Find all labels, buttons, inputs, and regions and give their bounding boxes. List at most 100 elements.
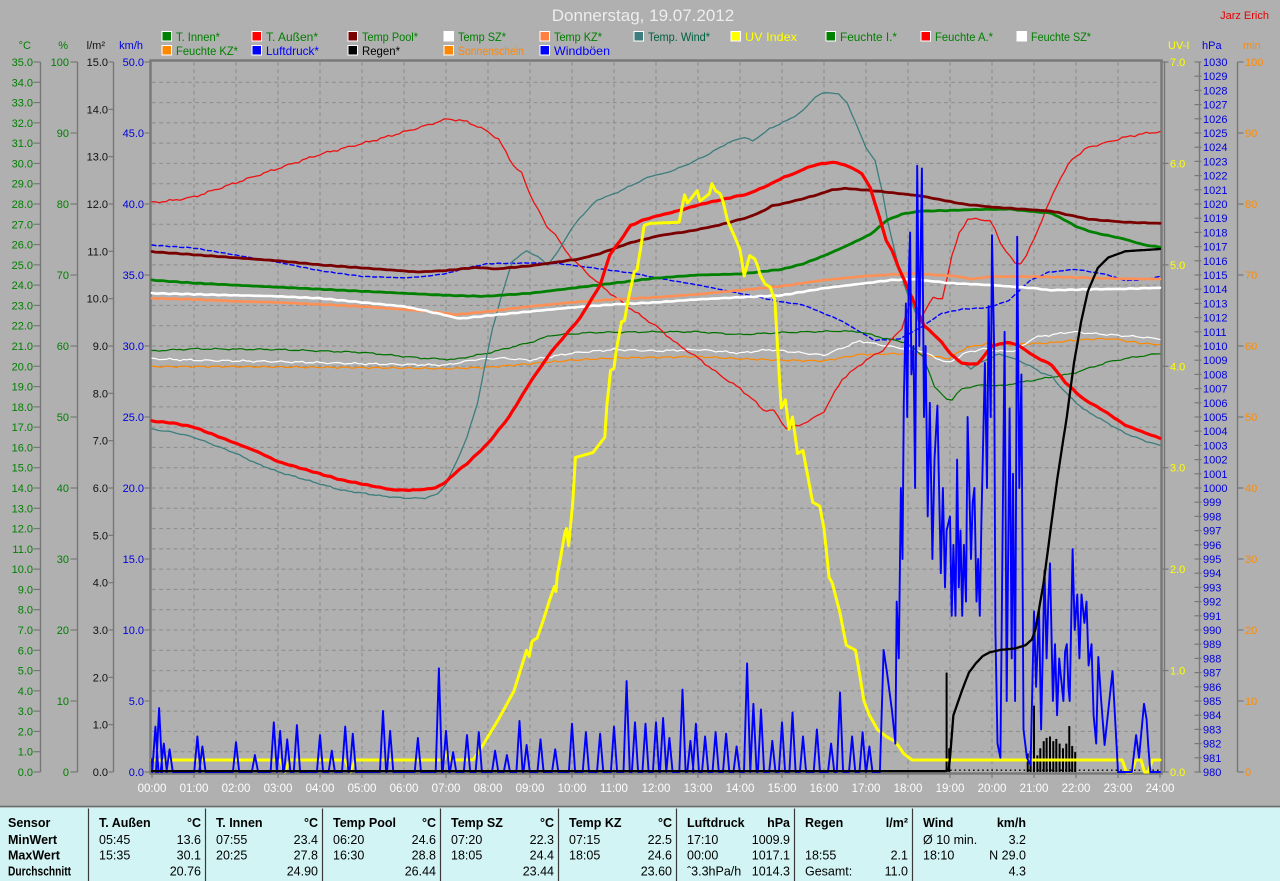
svg-text:Luftdruck*: Luftdruck* [266,44,319,58]
svg-text:30: 30 [57,554,69,566]
svg-text:27.0: 27.0 [12,219,33,231]
svg-text:km/h: km/h [997,816,1026,830]
svg-text:25.0: 25.0 [12,260,33,272]
svg-text:35.0: 35.0 [12,57,33,69]
svg-text:4.0: 4.0 [1170,361,1185,373]
svg-text:1010: 1010 [1203,341,1227,353]
svg-text:Regen: Regen [805,816,843,830]
svg-text:31.0: 31.0 [12,138,33,150]
svg-text:Temp SZ: Temp SZ [451,816,503,830]
svg-text:8.0: 8.0 [93,388,108,400]
svg-text:MaxWert: MaxWert [8,849,61,863]
svg-text:35.0: 35.0 [123,270,144,282]
svg-text:1027: 1027 [1203,100,1227,112]
svg-text:989: 989 [1203,639,1221,651]
svg-text:13.0: 13.0 [12,503,33,515]
svg-text:20.76: 20.76 [170,865,201,879]
svg-text:°C: °C [19,40,31,52]
svg-text:N 29.0: N 29.0 [989,849,1026,863]
svg-text:1020: 1020 [1203,199,1227,211]
svg-text:l/m²: l/m² [886,816,908,830]
svg-text:994: 994 [1203,568,1221,580]
svg-text:1006: 1006 [1203,398,1227,410]
svg-text:hPa: hPa [767,816,791,830]
svg-text:1014: 1014 [1203,284,1227,296]
svg-text:12:00: 12:00 [642,783,671,795]
svg-text:16.0: 16.0 [12,442,33,454]
svg-text:min: min [1243,40,1261,52]
svg-text:Durchschnitt: Durchschnitt [8,865,72,879]
svg-text:16:00: 16:00 [810,783,839,795]
svg-text:0.0: 0.0 [129,767,144,779]
svg-text:8.0: 8.0 [18,605,33,617]
svg-text:20:25: 20:25 [216,849,247,863]
svg-text:18:55: 18:55 [805,849,836,863]
svg-text:26.0: 26.0 [12,240,33,252]
svg-text:22:00: 22:00 [1062,783,1091,795]
svg-text:0.0: 0.0 [18,767,33,779]
svg-text:18:05: 18:05 [569,849,600,863]
svg-text:30.0: 30.0 [123,341,144,353]
svg-text:1009: 1009 [1203,355,1227,367]
svg-text:4.3: 4.3 [1009,865,1026,879]
svg-text:02:00: 02:00 [222,783,251,795]
svg-text:13.6: 13.6 [177,833,201,847]
svg-text:%: % [58,40,68,52]
svg-text:988: 988 [1203,653,1221,665]
svg-text:07:20: 07:20 [451,833,482,847]
svg-text:1017: 1017 [1203,242,1227,254]
svg-text:14.0: 14.0 [87,104,108,116]
svg-text:03:00: 03:00 [264,783,293,795]
svg-text:00:00: 00:00 [138,783,167,795]
svg-text:9.0: 9.0 [18,584,33,596]
svg-text:1029: 1029 [1203,71,1227,83]
svg-text:17.0: 17.0 [12,422,33,434]
svg-text:1009.9: 1009.9 [752,833,790,847]
svg-text:22.0: 22.0 [12,321,33,333]
svg-text:Regen*: Regen* [362,44,400,58]
svg-text:28.0: 28.0 [12,199,33,211]
svg-text:18:05: 18:05 [451,849,482,863]
svg-text:00:00: 00:00 [687,849,718,863]
svg-text:986: 986 [1203,682,1221,694]
svg-text:Feuchte A.*: Feuchte A.* [935,30,993,44]
svg-text:1026: 1026 [1203,114,1227,126]
svg-text:60: 60 [57,341,69,353]
svg-text:996: 996 [1203,540,1221,552]
svg-text:992: 992 [1203,597,1221,609]
svg-text:°C: °C [540,816,554,830]
svg-text:23.4: 23.4 [294,833,318,847]
svg-text:06:00: 06:00 [390,783,419,795]
svg-text:21:00: 21:00 [1020,783,1049,795]
svg-text:17:10: 17:10 [687,833,718,847]
svg-text:60: 60 [1245,341,1257,353]
svg-text:12.0: 12.0 [87,199,108,211]
svg-text:18.0: 18.0 [12,402,33,414]
svg-text:6.0: 6.0 [93,483,108,495]
svg-text:Sensor: Sensor [8,816,51,830]
svg-text:1007: 1007 [1203,384,1227,396]
svg-text:23.44: 23.44 [523,865,554,879]
svg-text:18:00: 18:00 [894,783,923,795]
svg-text:991: 991 [1203,611,1221,623]
svg-text:Temp KZ: Temp KZ [569,816,622,830]
svg-text:7.0: 7.0 [1170,57,1185,69]
svg-text:1012: 1012 [1203,313,1227,325]
svg-text:29.0: 29.0 [12,179,33,191]
svg-text:15.0: 15.0 [12,463,33,475]
svg-text:20: 20 [57,625,69,637]
svg-text:0.0: 0.0 [93,767,108,779]
svg-text:24.90: 24.90 [287,865,318,879]
svg-text:Jarz Erich: Jarz Erich [1220,10,1269,22]
svg-text:45.0: 45.0 [123,128,144,140]
svg-text:10.0: 10.0 [87,294,108,306]
svg-text:Feuchte KZ*: Feuchte KZ* [176,44,238,58]
svg-text:07:55: 07:55 [216,833,247,847]
svg-text:1.0: 1.0 [93,720,108,732]
svg-text:983: 983 [1203,724,1221,736]
svg-text:10.0: 10.0 [12,564,33,576]
svg-text:10.0: 10.0 [123,625,144,637]
svg-text:14.0: 14.0 [12,483,33,495]
svg-text:23.60: 23.60 [641,865,672,879]
svg-text:995: 995 [1203,554,1221,566]
